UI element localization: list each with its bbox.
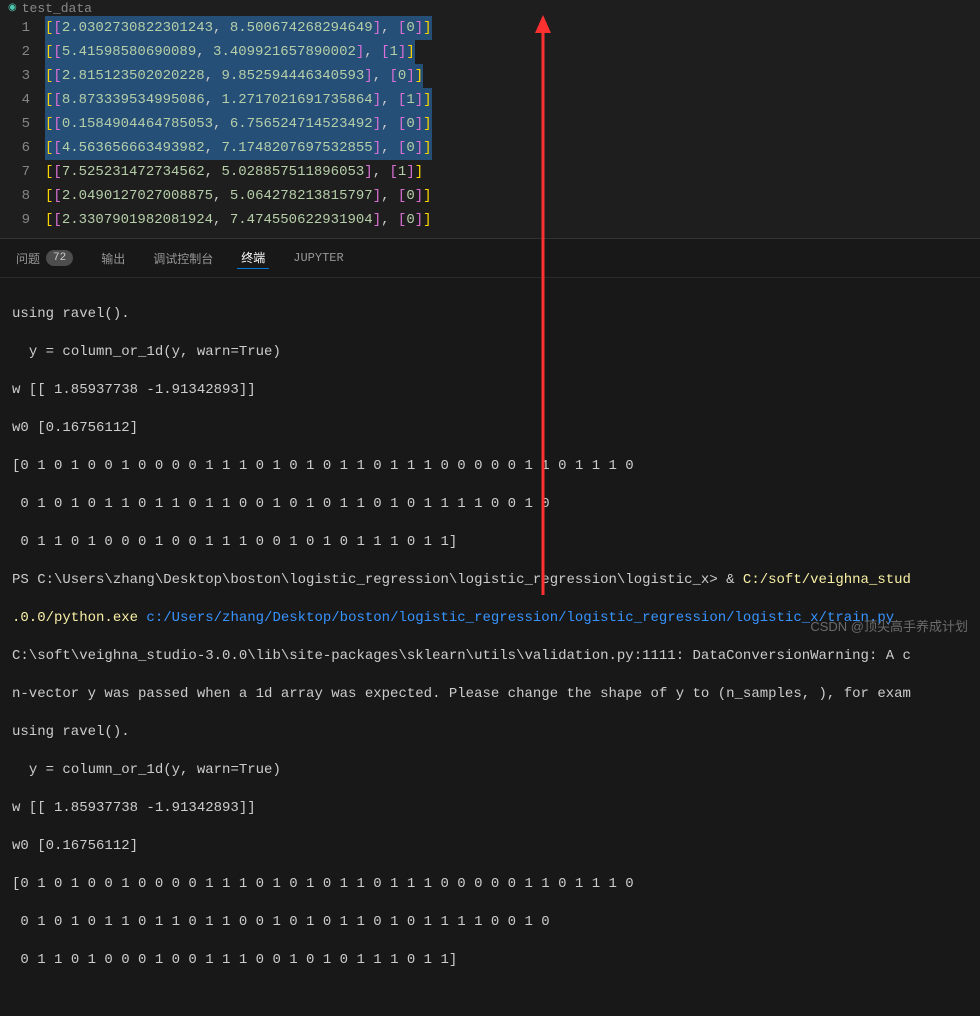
code-area[interactable]: 123456789 [[2.0302730822301243, 8.500674…: [0, 16, 980, 232]
terminal-line: 0 1 1 0 1 0 0 0 1 0 0 1 1 1 0 0 1 0 1 0 …: [12, 951, 968, 970]
gutter-number: 3: [0, 64, 30, 88]
terminal-line: [0 1 0 1 0 0 1 0 0 0 0 1 1 1 0 1 0 1 0 1…: [12, 457, 968, 476]
gutter-number: 7: [0, 160, 30, 184]
code-line[interactable]: [[2.815123502020228, 9.852594446340593],…: [45, 64, 980, 88]
code-line[interactable]: [[8.873339534995086, 1.2717021691735864]…: [45, 88, 980, 112]
gutter-number: 1: [0, 16, 30, 40]
terminal-line: C:\soft\veighna_studio-3.0.0\lib\site-pa…: [12, 647, 968, 666]
tab-terminal[interactable]: 终端: [237, 247, 269, 269]
terminal-content[interactable]: using ravel(). y = column_or_1d(y, warn=…: [0, 278, 980, 1016]
tab-debug[interactable]: 调试控制台: [149, 248, 217, 269]
terminal-line: y = column_or_1d(y, warn=True): [12, 761, 968, 780]
gutter-number: 8: [0, 184, 30, 208]
breadcrumb-bar: ◉ test_data: [0, 0, 980, 16]
panel-tabs: 问题 72 输出 调试控制台 终端 JUPYTER: [0, 239, 980, 278]
gutter-number: 4: [0, 88, 30, 112]
code-line[interactable]: [[4.563656663493982, 7.1748207697532855]…: [45, 136, 980, 160]
tab-output[interactable]: 输出: [97, 248, 129, 269]
file-icon: ◉: [8, 2, 17, 14]
code-line[interactable]: [[0.1584904464785053, 6.756524714523492]…: [45, 112, 980, 136]
code-line[interactable]: [[2.0490127027008875, 5.064278213815797]…: [45, 184, 980, 208]
gutter-number: 6: [0, 136, 30, 160]
terminal-line: using ravel().: [12, 723, 968, 742]
terminal-line: [0 1 0 1 0 0 1 0 0 0 0 1 1 1 0 1 0 1 0 1…: [12, 875, 968, 894]
gutter-number: 2: [0, 40, 30, 64]
problems-badge: 72: [46, 250, 73, 266]
tab-title: test_data: [22, 1, 92, 16]
code-line[interactable]: [[5.41598580690089, 3.409921657890002], …: [45, 40, 980, 64]
tab-problems[interactable]: 问题 72: [12, 248, 77, 269]
editor-pane: ◉ test_data 123456789 [[2.03027308223012…: [0, 0, 980, 238]
code-line[interactable]: [[2.0302730822301243, 8.500674268294649]…: [45, 16, 980, 40]
terminal-line: y = column_or_1d(y, warn=True): [12, 343, 968, 362]
terminal-line: w [[ 1.85937738 -1.91342893]]: [12, 799, 968, 818]
terminal-line: n-vector y was passed when a 1d array wa…: [12, 685, 968, 704]
terminal-line: w0 [0.16756112]: [12, 837, 968, 856]
terminal-line: 0 1 1 0 1 0 0 0 1 0 0 1 1 1 0 0 1 0 1 0 …: [12, 533, 968, 552]
code-lines[interactable]: [[2.0302730822301243, 8.500674268294649]…: [45, 16, 980, 232]
terminal-line: w [[ 1.85937738 -1.91342893]]: [12, 381, 968, 400]
tab-jupyter[interactable]: JUPYTER: [289, 249, 347, 267]
gutter-number: 9: [0, 208, 30, 232]
terminal-line: PS C:\Users\zhang\Desktop\boston\logisti…: [12, 571, 968, 590]
watermark: CSDN @顶尖高手养成计划: [810, 616, 968, 635]
gutter-number: 5: [0, 112, 30, 136]
line-gutter: 123456789: [0, 16, 45, 232]
code-line[interactable]: [[2.3307901982081924, 7.474550622931904]…: [45, 208, 980, 232]
terminal-line: 0 1 0 1 0 1 1 0 1 1 0 1 1 0 0 1 0 1 0 1 …: [12, 913, 968, 932]
terminal-line: w0 [0.16756112]: [12, 419, 968, 438]
terminal-line: using ravel().: [12, 305, 968, 324]
code-line[interactable]: [[7.525231472734562, 5.028857511896053],…: [45, 160, 980, 184]
terminal-line: 0 1 0 1 0 1 1 0 1 1 0 1 1 0 0 1 0 1 0 1 …: [12, 495, 968, 514]
tab-problems-label: 问题: [16, 250, 40, 267]
